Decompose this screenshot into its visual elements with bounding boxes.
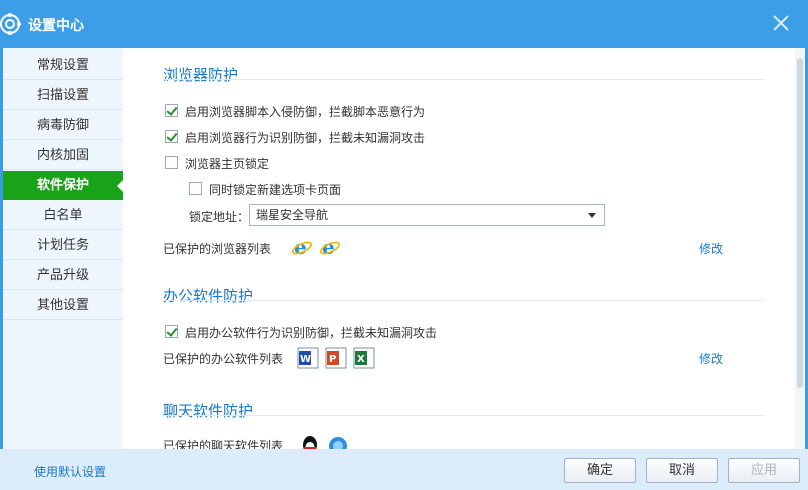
- section-title-office: 办公软件防护: [163, 287, 254, 305]
- footer-bar: 使用默认设置 确定 取消 应用: [0, 449, 808, 490]
- protected-chat-label: 已保护的聊天软件列表: [163, 439, 284, 449]
- sidebar-item-virus-defense[interactable]: 病毒防御: [3, 111, 123, 140]
- section-divider: [163, 415, 763, 416]
- excel-icon: X: [353, 347, 375, 369]
- office-defense-label: 启用办公软件行为识别防御，拦截未知漏洞攻击: [185, 326, 438, 340]
- sidebar-item-label: 软件保护: [36, 178, 89, 193]
- protected-office-label: 已保护的办公软件列表: [163, 352, 284, 366]
- office-defense-checkbox[interactable]: [165, 325, 178, 338]
- settings-window: 设置中心 常规设置 扫描设置 病毒防御 内核加固 软件保护 白名单 计划任务 产…: [0, 0, 808, 490]
- sidebar-item-kernel[interactable]: 内核加固: [3, 141, 123, 170]
- protected-browsers-label: 已保护的浏览器列表: [163, 242, 272, 256]
- chat-bubble-icon: [329, 437, 347, 449]
- script-defense-checkbox[interactable]: [165, 104, 178, 117]
- lock-address-select[interactable]: 瑞星安全导航: [249, 204, 605, 226]
- sidebar-item-software-protection[interactable]: 软件保护: [3, 171, 123, 200]
- apply-button[interactable]: 应用: [728, 458, 800, 483]
- sidebar-item-general[interactable]: 常规设置: [3, 51, 123, 80]
- ie-icon: e: [291, 236, 313, 258]
- powerpoint-icon: P: [325, 347, 347, 369]
- script-defense-label: 启用浏览器脚本入侵防御，拦截脚本恶意行为: [185, 105, 426, 119]
- dropdown-arrow-icon: [588, 213, 596, 218]
- homepage-lock-label: 浏览器主页锁定: [185, 157, 270, 171]
- settings-content: 浏览器防护 启用浏览器脚本入侵防御，拦截脚本恶意行为 启用浏览器行为识别防御，拦…: [123, 48, 795, 449]
- word-icon: W: [297, 347, 319, 369]
- svg-text:P: P: [329, 354, 336, 365]
- behavior-defense-label: 启用浏览器行为识别防御，拦截未知漏洞攻击: [185, 131, 426, 145]
- section-title-chat: 聊天软件防护: [163, 402, 254, 420]
- behavior-defense-checkbox[interactable]: [165, 130, 178, 143]
- lock-address-value: 瑞星安全导航: [256, 208, 329, 222]
- scrollbar-thumb[interactable]: [797, 58, 803, 388]
- section-title-browser: 浏览器防护: [163, 66, 239, 84]
- use-default-settings-link[interactable]: 使用默认设置: [34, 463, 106, 480]
- lock-address-label: 锁定地址：: [189, 210, 250, 224]
- section-divider: [163, 79, 763, 80]
- sidebar-item-upgrade[interactable]: 产品升级: [3, 261, 123, 290]
- title-bar[interactable]: 设置中心: [0, 0, 808, 48]
- settings-sidebar: 常规设置 扫描设置 病毒防御 内核加固 软件保护 白名单 计划任务 产品升级 其…: [3, 48, 123, 449]
- cancel-button[interactable]: 取消: [646, 458, 718, 483]
- newtab-lock-checkbox[interactable]: [189, 182, 202, 195]
- modify-office-link[interactable]: 修改: [699, 350, 723, 367]
- sidebar-item-schedule[interactable]: 计划任务: [3, 231, 123, 260]
- window-title: 设置中心: [28, 18, 84, 34]
- section-divider: [163, 300, 763, 301]
- newtab-lock-label: 同时锁定新建选项卡页面: [209, 183, 342, 197]
- svg-text:W: W: [300, 354, 311, 365]
- content-scrollbar[interactable]: [795, 48, 805, 449]
- gear-logo-icon: [0, 13, 21, 35]
- ok-button[interactable]: 确定: [564, 458, 636, 483]
- modify-browsers-link[interactable]: 修改: [699, 240, 723, 257]
- sidebar-item-scan[interactable]: 扫描设置: [3, 81, 123, 110]
- sidebar-item-whitelist[interactable]: 白名单: [3, 201, 123, 230]
- sidebar-item-other[interactable]: 其他设置: [3, 291, 123, 320]
- ie-icon: e: [319, 236, 341, 258]
- svg-text:X: X: [357, 354, 365, 365]
- dialog-body: 常规设置 扫描设置 病毒防御 内核加固 软件保护 白名单 计划任务 产品升级 其…: [3, 48, 805, 449]
- close-icon[interactable]: [770, 12, 792, 34]
- qq-icon: [303, 436, 317, 449]
- homepage-lock-checkbox[interactable]: [165, 156, 178, 169]
